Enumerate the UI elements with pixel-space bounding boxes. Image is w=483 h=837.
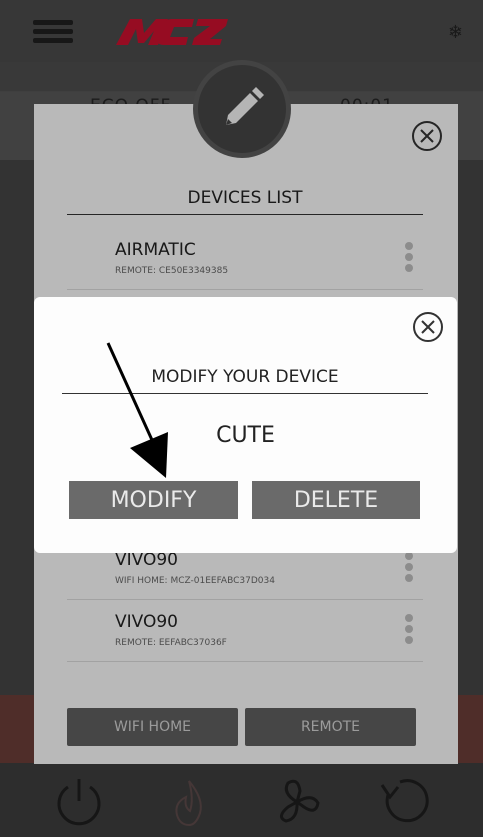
delete-button[interactable]: DELETE	[252, 481, 420, 519]
modify-button[interactable]: MODIFY	[69, 481, 238, 519]
dialog-title: MODIFY YOUR DEVICE	[62, 367, 428, 394]
device-name-value: CUTE	[216, 423, 275, 448]
modify-device-dialog: MODIFY YOUR DEVICE CUTE MODIFY DELETE	[34, 297, 457, 553]
close-icon[interactable]	[412, 311, 444, 343]
